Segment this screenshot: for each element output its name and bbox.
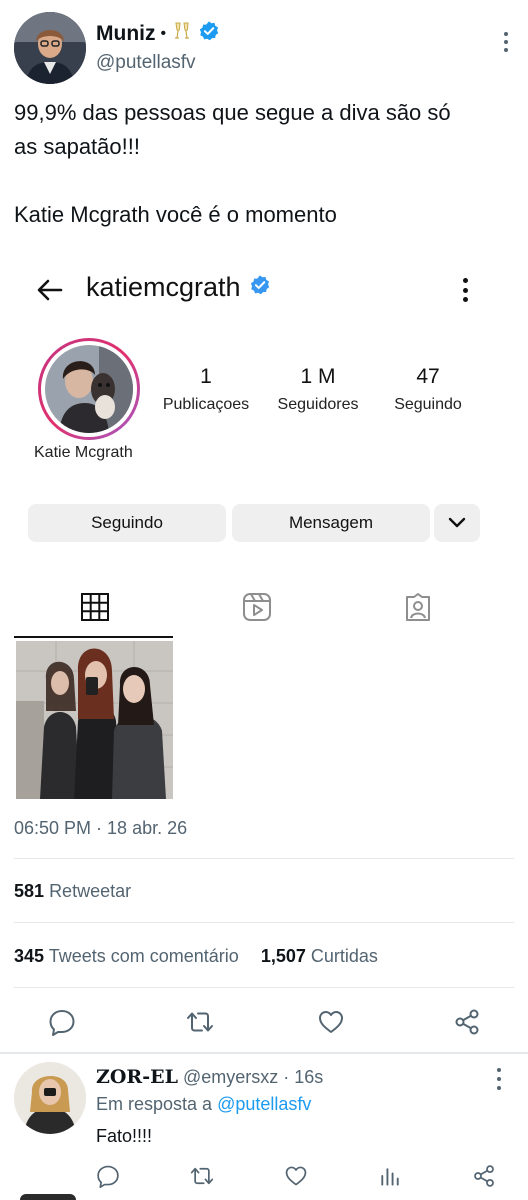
reply-icon[interactable]	[48, 1008, 76, 1036]
author-handle[interactable]: @putellasfv	[96, 52, 196, 74]
ig-stat-followers: 1 M Seguidores	[270, 364, 366, 418]
champagne-icon	[171, 20, 193, 47]
reply-more-vertical-icon[interactable]	[496, 1068, 502, 1090]
ig-grid-icon	[81, 593, 109, 621]
likes-stat[interactable]: 1,507 Curtidas	[261, 946, 378, 966]
likes-label: Curtidas	[310, 946, 378, 966]
ig-stat-value: 47	[416, 365, 440, 388]
divider	[14, 987, 514, 988]
heart-icon[interactable]	[317, 1008, 345, 1036]
reply-header: ZOR-EL @emyersxz · 16s	[96, 1066, 323, 1088]
reply-action-bar	[0, 1160, 528, 1194]
retweets-stat[interactable]: 581 Retweetar	[14, 881, 131, 902]
tweet-action-bar	[0, 1000, 528, 1044]
quotes-stat[interactable]: 345 Tweets com comentário	[14, 946, 244, 966]
retweets-count: 581	[14, 881, 45, 901]
reply-views-icon[interactable]	[378, 1164, 402, 1188]
in-reply-label: Em resposta a	[96, 1094, 213, 1114]
attached-image-instagram-profile[interactable]: katiemcgrath Katie Mcgrath 1 Publicaçoes…	[14, 258, 514, 814]
ig-more-icon	[462, 278, 468, 302]
tweet-text-line: as sapatão!!!	[14, 134, 140, 159]
retweets-label: Retweetar	[49, 881, 132, 901]
tweet-text-line: 99,9% das pessoas que segue a diva são s…	[14, 100, 451, 125]
retweet-icon[interactable]	[186, 1008, 214, 1036]
ig-stat-value: 1	[200, 365, 212, 388]
ig-username: katiemcgrath	[86, 272, 241, 302]
share-icon[interactable]	[453, 1008, 481, 1036]
reply-author-handle[interactable]: @emyersxz	[183, 1067, 278, 1087]
tweet-text-line: Katie Mcgrath você é o momento	[14, 202, 337, 227]
ig-tagged-icon	[406, 593, 430, 621]
next-reply-avatar-partial	[20, 1194, 76, 1200]
ig-stat-posts: 1 Publicaçoes	[158, 364, 254, 418]
ig-message-button: Mensagem	[232, 504, 430, 542]
ig-post-thumbnail	[16, 641, 173, 799]
ig-following-button: Seguindo	[28, 504, 226, 542]
ig-full-name: Katie Mcgrath	[34, 444, 133, 461]
author-separator: •	[160, 24, 167, 42]
ig-chevron-down-icon	[434, 504, 480, 542]
quotes-count: 345	[14, 946, 45, 966]
reply-author-avatar[interactable]	[14, 1062, 86, 1134]
ig-verified-badge-icon	[249, 272, 271, 303]
tweet-text: 99,9% das pessoas que segue a diva são s…	[14, 96, 514, 232]
quotes-likes-stats: 345 Tweets com comentário 1,507 Curtidas	[14, 946, 378, 967]
likes-count: 1,507	[260, 946, 306, 966]
reply-heart-icon[interactable]	[284, 1164, 308, 1188]
verified-badge-icon	[198, 20, 220, 47]
section-separator	[0, 1052, 528, 1054]
reply-text: Fato!!!!	[96, 1126, 153, 1146]
ig-active-tab-indicator	[14, 636, 173, 638]
reply-time: · 16s	[283, 1067, 324, 1087]
ig-avatar	[38, 338, 140, 440]
ig-stat-label: Seguidores	[277, 396, 359, 413]
ig-username-row: katiemcgrath	[86, 272, 271, 303]
ig-stat-label: Seguindo	[394, 396, 462, 413]
reply-author-name[interactable]: ZOR-EL	[96, 1066, 178, 1088]
reply-share-icon[interactable]	[472, 1164, 496, 1188]
reply-reply-icon[interactable]	[96, 1164, 120, 1188]
back-arrow-icon	[37, 279, 63, 301]
ig-stat-following: 47 Seguindo	[382, 364, 474, 418]
divider	[14, 922, 514, 923]
in-reply-handle-link[interactable]: @putellasfv	[217, 1094, 311, 1114]
ig-stat-value: 1 M	[300, 365, 336, 388]
author-name[interactable]: Muniz	[96, 22, 155, 46]
ig-stat-label: Publicaçoes	[162, 396, 250, 413]
ig-reels-icon	[243, 593, 271, 621]
reply-retweet-icon[interactable]	[190, 1164, 214, 1188]
author-avatar[interactable]	[14, 12, 86, 84]
more-vertical-icon[interactable]	[498, 28, 514, 56]
reply-in-reply-to: Em resposta a @putellasfv	[96, 1094, 311, 1115]
tweet-timestamp[interactable]: 06:50 PM · 18 abr. 26	[14, 818, 187, 839]
author-name-row[interactable]: Muniz •	[96, 20, 220, 47]
quotes-label: Tweets com comentário	[48, 946, 239, 966]
tweet-header: Muniz • @putellasfv	[14, 12, 514, 84]
divider	[14, 858, 514, 859]
